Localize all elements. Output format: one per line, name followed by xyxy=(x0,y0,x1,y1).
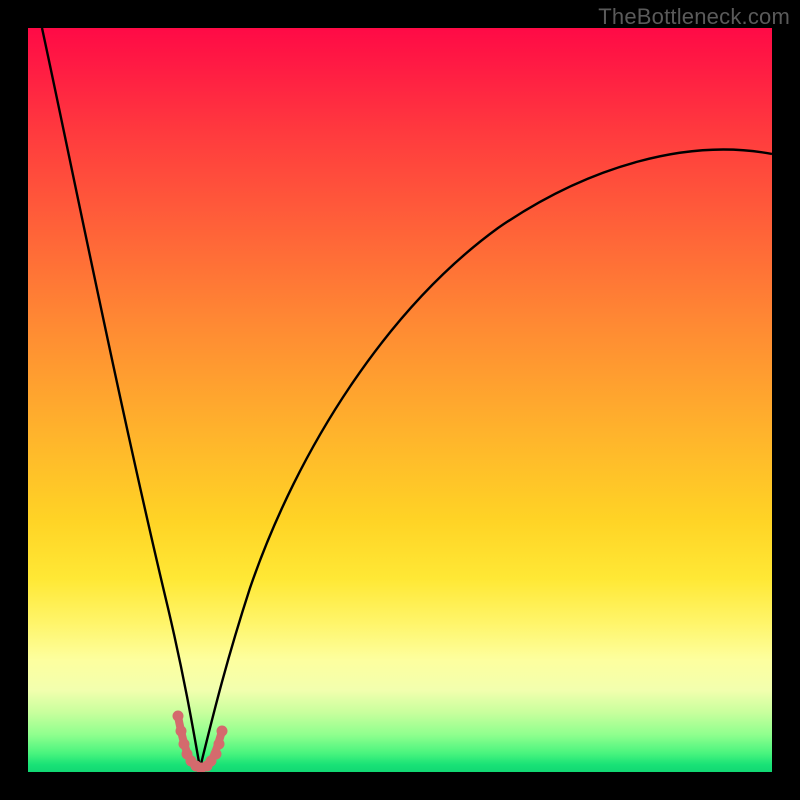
curve-right-branch xyxy=(200,150,772,768)
chart-frame: TheBottleneck.com xyxy=(0,0,800,800)
minimum-marker-cluster xyxy=(173,711,227,772)
plot-area xyxy=(28,28,772,772)
watermark-text: TheBottleneck.com xyxy=(598,4,790,30)
curve-left-branch xyxy=(42,28,200,768)
bottleneck-curve xyxy=(28,28,772,772)
